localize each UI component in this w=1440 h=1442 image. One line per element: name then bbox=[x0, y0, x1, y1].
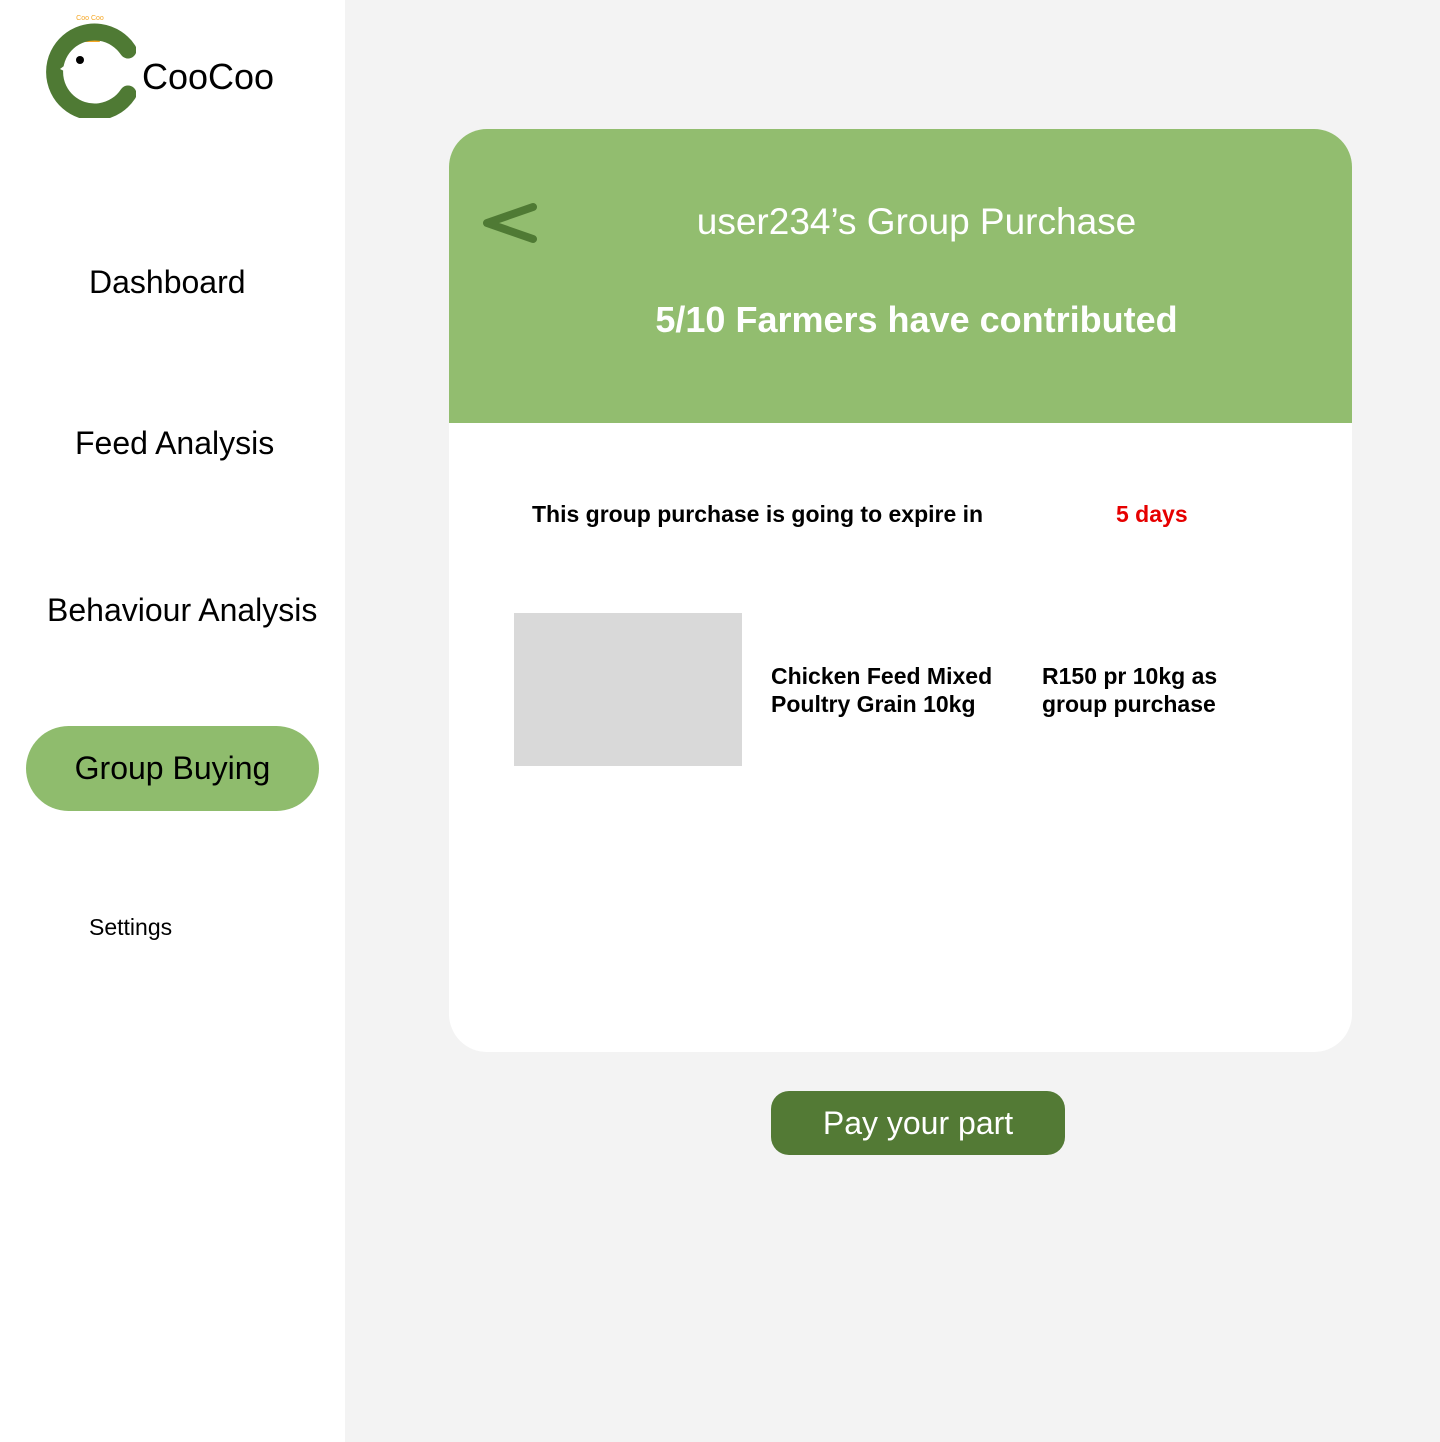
sidebar-item-group-buying[interactable]: Group Buying bbox=[26, 726, 319, 811]
product-name: Chicken Feed Mixed Poultry Grain 10kg bbox=[771, 663, 993, 717]
expiry-label: This group purchase is going to expire i… bbox=[532, 501, 984, 527]
expiry-value: 5 days bbox=[1116, 501, 1188, 527]
card-header: user234’s Group Purchase 5/10 Farmers ha… bbox=[449, 129, 1352, 423]
contribution-status: 5/10 Farmers have contributed bbox=[655, 299, 1178, 340]
sidebar-item-dashboard[interactable]: Dashboard bbox=[89, 264, 246, 301]
logo-text: Coo Coo bbox=[76, 15, 104, 22]
sidebar-item-behaviour-analysis[interactable]: Behaviour Analysis bbox=[47, 592, 317, 629]
group-purchase-card: user234’s Group Purchase 5/10 Farmers ha… bbox=[449, 129, 1352, 1052]
brand-name: CooCoo bbox=[142, 56, 275, 97]
pay-your-part-button[interactable]: Pay your part bbox=[771, 1091, 1065, 1155]
coocoo-logo[interactable]: Coo Coo bbox=[44, 12, 136, 118]
product-image bbox=[514, 613, 742, 766]
sidebar-item-label: Group Buying bbox=[74, 750, 271, 786]
logo-c-shape bbox=[46, 23, 136, 118]
product-price: R150 pr 10kg as group purchase bbox=[1042, 663, 1218, 717]
page-title: user234’s Group Purchase bbox=[696, 201, 1137, 242]
chick-eye-icon bbox=[76, 56, 84, 64]
sidebar-item-settings[interactable]: Settings bbox=[89, 914, 172, 941]
sidebar: Coo Coo CooCoo Dashboard Feed Analysis B… bbox=[0, 0, 345, 1442]
sidebar-item-feed-analysis[interactable]: Feed Analysis bbox=[75, 425, 274, 462]
